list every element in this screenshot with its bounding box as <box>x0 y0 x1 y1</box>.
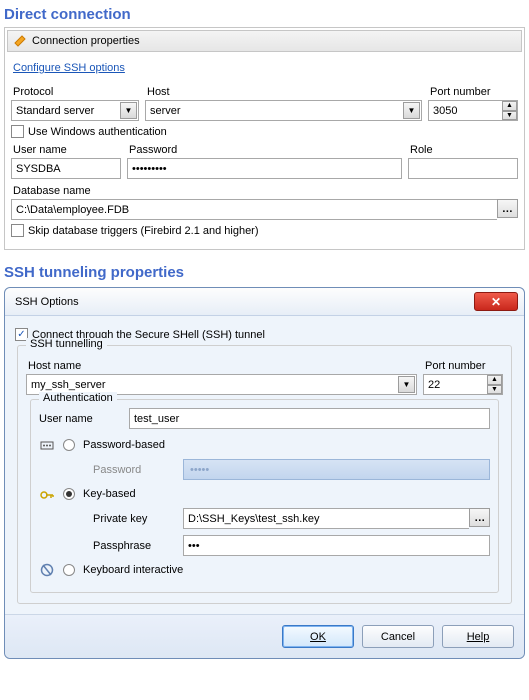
key-radio[interactable] <box>63 488 75 500</box>
plugin-icon <box>12 33 28 49</box>
auth-group: Authentication User name Password-based … <box>30 399 499 593</box>
keyboard-radio-label: Keyboard interactive <box>83 564 183 576</box>
close-button[interactable]: ✕ <box>474 292 518 311</box>
cancel-button[interactable]: Cancel <box>362 625 434 648</box>
skip-triggers-checkbox[interactable] <box>11 224 24 237</box>
ssh-password-field-label: Password <box>93 464 173 476</box>
user-label: User name <box>13 144 121 156</box>
password-input[interactable] <box>127 158 402 179</box>
passphrase-label: Passphrase <box>93 540 173 552</box>
password-mode-icon <box>39 437 55 453</box>
host-label: Host <box>147 86 422 98</box>
configure-ssh-link[interactable]: Configure SSH options <box>13 62 125 74</box>
protocol-label: Protocol <box>13 86 139 98</box>
host-select[interactable]: server ▼ <box>145 100 422 121</box>
protocol-select[interactable]: Standard server ▼ <box>11 100 139 121</box>
ssh-button-bar: OK Cancel Help <box>5 614 524 658</box>
spin-up-icon[interactable]: ▲ <box>487 375 502 385</box>
ssh-user-input[interactable] <box>129 408 490 429</box>
direct-section-title: Direct connection <box>4 6 525 23</box>
ssh-options-window: SSH Options ✕ ✓ Connect through the Secu… <box>4 287 525 659</box>
close-icon: ✕ <box>491 295 501 309</box>
password-label: Password <box>129 144 402 156</box>
ssh-user-label: User name <box>39 413 119 425</box>
user-input[interactable] <box>11 158 121 179</box>
passphrase-input[interactable] <box>183 535 490 556</box>
browse-key-button[interactable]: … <box>469 508 490 527</box>
ssh-host-value: my_ssh_server <box>31 379 106 391</box>
keyboard-radio[interactable] <box>63 564 75 576</box>
connection-panel: Connection properties Configure SSH opti… <box>4 27 525 250</box>
browse-database-button[interactable]: … <box>497 199 518 218</box>
connection-toolbar: Connection properties <box>7 30 522 52</box>
ssh-window-titlebar: SSH Options ✕ <box>5 288 524 316</box>
win-auth-checkbox[interactable] <box>11 125 24 138</box>
ok-button-label: OK <box>310 631 326 643</box>
key-mode-icon <box>39 486 55 502</box>
chevron-down-icon[interactable]: ▼ <box>403 102 420 119</box>
spin-down-icon[interactable]: ▼ <box>502 111 517 121</box>
host-value: server <box>150 105 181 117</box>
ssh-tunnelling-group: SSH tunnelling Host name my_ssh_server ▼… <box>17 345 512 604</box>
auth-legend: Authentication <box>39 392 117 404</box>
keyboard-mode-icon <box>39 562 55 578</box>
ssh-window-title: SSH Options <box>15 296 79 308</box>
skip-triggers-label: Skip database triggers (Firebird 2.1 and… <box>28 225 259 237</box>
key-radio-label: Key-based <box>83 488 136 500</box>
password-radio-label: Password-based <box>83 439 165 451</box>
role-input[interactable] <box>408 158 518 179</box>
help-button[interactable]: Help <box>442 625 514 648</box>
ssh-host-label: Host name <box>28 360 417 372</box>
ssh-section-title: SSH tunneling properties <box>4 264 525 281</box>
help-button-label: Help <box>467 631 490 643</box>
port-label: Port number <box>430 86 518 98</box>
chevron-down-icon[interactable]: ▼ <box>120 102 137 119</box>
private-key-input[interactable] <box>183 508 469 529</box>
password-radio[interactable] <box>63 439 75 451</box>
spin-down-icon[interactable]: ▼ <box>487 385 502 395</box>
ssh-password-disabled-input: ••••• <box>183 459 490 480</box>
spin-up-icon[interactable]: ▲ <box>502 101 517 111</box>
ok-button[interactable]: OK <box>282 625 354 648</box>
database-input[interactable] <box>11 199 497 220</box>
chevron-down-icon[interactable]: ▼ <box>398 376 415 393</box>
connection-toolbar-label: Connection properties <box>32 35 140 47</box>
database-label: Database name <box>13 185 518 197</box>
private-key-label: Private key <box>93 513 173 525</box>
win-auth-label: Use Windows authentication <box>28 126 167 138</box>
ssh-port-label: Port number <box>425 360 503 372</box>
role-label: Role <box>410 144 518 156</box>
ssh-tunnelling-legend: SSH tunnelling <box>26 338 107 350</box>
protocol-value: Standard server <box>16 105 94 117</box>
